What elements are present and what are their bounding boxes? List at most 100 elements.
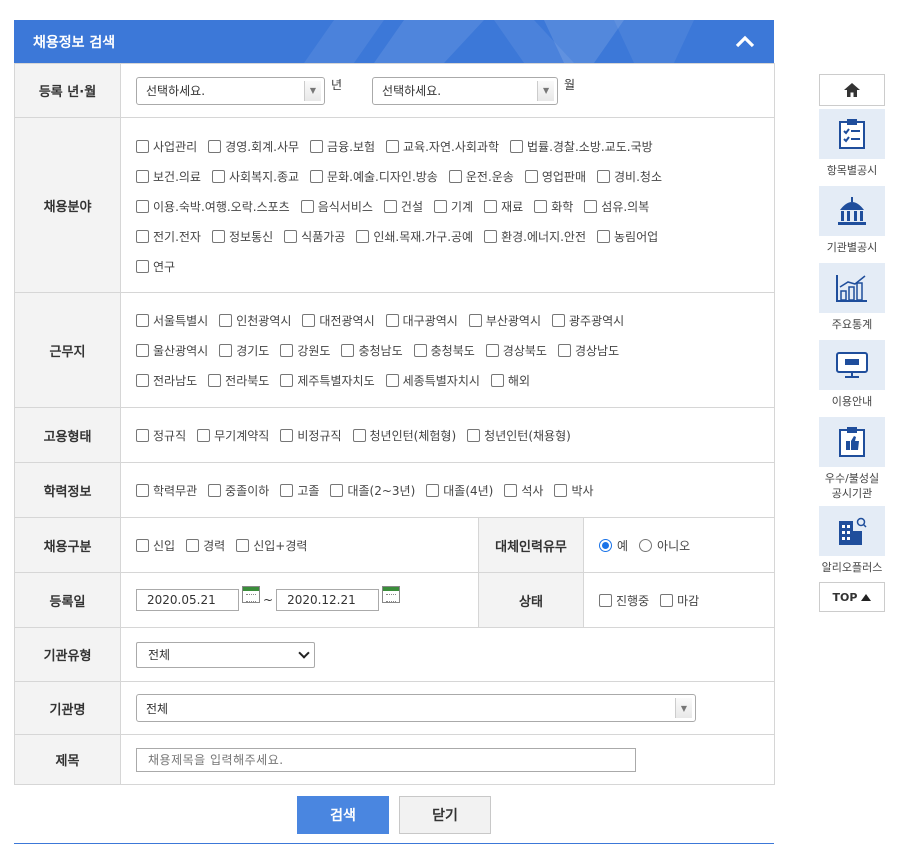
checkbox-row: 정규직 무기계약직 비정규직 청년인턴(체험형) 청년인턴(채용형) xyxy=(136,420,774,450)
checkbox-option[interactable]: 해외 xyxy=(490,372,530,389)
month-select[interactable]: 선택하세요. ▼ xyxy=(372,76,559,105)
checkbox-option[interactable]: 대구광역시 xyxy=(385,312,458,329)
checkbox-option[interactable]: 정규직 xyxy=(136,427,186,444)
calendar-to-icon[interactable] xyxy=(382,585,401,603)
top-button[interactable]: TOP xyxy=(819,582,885,612)
checkbox-icon xyxy=(386,139,400,153)
checkbox-option[interactable]: 충청북도 xyxy=(413,342,475,359)
checkbox-icon xyxy=(467,428,481,442)
checkbox-option[interactable]: 청년인턴(체험형) xyxy=(352,427,456,444)
checkbox-option[interactable]: 교육.자연.사회과학 xyxy=(386,138,499,155)
checkbox-option[interactable]: 경상남도 xyxy=(557,342,619,359)
checkbox-option[interactable]: 충청남도 xyxy=(341,342,403,359)
checkbox-icon xyxy=(468,313,482,327)
checkbox-option[interactable]: 경비.청소 xyxy=(597,168,662,185)
checkbox-option[interactable]: 부산광역시 xyxy=(468,312,541,329)
checkbox-option[interactable]: 신입+경력 xyxy=(236,537,307,554)
checkbox-option[interactable]: 석사 xyxy=(504,482,543,499)
replacement-yes-radio[interactable]: 예 xyxy=(599,537,628,554)
checkbox-icon xyxy=(484,199,498,213)
label-org-type: 기관유형 xyxy=(14,627,121,682)
checkbox-option[interactable]: 무기계약직 xyxy=(197,427,269,444)
checkbox-option[interactable]: 서울특별시 xyxy=(136,312,208,329)
checkbox-option[interactable]: 음식서비스 xyxy=(300,198,373,215)
org-name-dropdown-arrow-icon: ▼ xyxy=(675,698,692,718)
date-to-input[interactable]: 2020.12.21 xyxy=(276,589,380,611)
label-reg-date: 등록일 xyxy=(14,572,121,628)
checkbox-option[interactable]: 고졸 xyxy=(280,482,319,499)
title-input[interactable]: 채용제목을 입력해주세요. xyxy=(136,747,636,772)
replacement-no-radio[interactable]: 아니오 xyxy=(639,537,690,554)
quick-item-item-disclosure[interactable]: 항목별공시 xyxy=(819,109,885,183)
checkbox-option[interactable]: 보건.의료 xyxy=(136,168,201,185)
checkbox-option[interactable]: 전라북도 xyxy=(208,372,269,389)
checkbox-option[interactable]: 식품가공 xyxy=(284,228,345,245)
quick-item-alio-plus[interactable]: 알리오플러스 xyxy=(819,506,885,580)
checkbox-option[interactable]: 법률.경찰.소방.교도.국방 xyxy=(509,138,653,155)
checkbox-option[interactable]: 화학 xyxy=(534,198,573,215)
checkbox-option[interactable]: 대졸(4년) xyxy=(426,482,493,499)
checkbox-option[interactable]: 연구 xyxy=(136,258,175,275)
org-type-select[interactable]: 전체 xyxy=(136,641,315,668)
close-button[interactable]: 닫기 xyxy=(399,796,491,834)
checkbox-option[interactable]: 경상북도 xyxy=(485,342,547,359)
checkbox-option[interactable]: 운전.운송 xyxy=(448,168,514,185)
checkbox-option[interactable]: 금융.보험 xyxy=(310,138,375,155)
checkbox-option[interactable]: 세종특별자치시 xyxy=(385,372,480,389)
checkbox-option[interactable]: 인천광역시 xyxy=(219,312,291,329)
row-org-type: 기관유형 전체 xyxy=(14,627,776,682)
government-building-icon xyxy=(838,197,866,225)
checkbox-option[interactable]: 사회복지.종교 xyxy=(211,168,299,185)
checkbox-icon xyxy=(236,538,250,552)
checkbox-option[interactable]: 건설 xyxy=(383,198,423,215)
checkbox-option[interactable]: 인쇄.목재.가구.공예 xyxy=(356,228,473,245)
checkbox-option[interactable]: 경영.회계.사무 xyxy=(208,138,299,155)
checkbox-option[interactable]: 이용.숙박.여행.오락.스포츠 xyxy=(136,198,290,215)
search-button[interactable]: 검색 xyxy=(297,796,389,834)
checkbox-option[interactable]: 학력무관 xyxy=(136,482,197,499)
checkbox-option[interactable]: 환경.에너지.안전 xyxy=(484,228,586,245)
checkbox-option[interactable]: 기계 xyxy=(434,198,473,215)
checkbox-option[interactable]: 중졸이하 xyxy=(208,482,269,499)
quick-item-guide[interactable]: 이용안내 xyxy=(819,340,885,414)
checkbox-option[interactable]: 경기도 xyxy=(219,342,269,359)
date-from-input[interactable]: 2020.05.21 xyxy=(136,589,239,611)
checkbox-option[interactable]: 광주광역시 xyxy=(552,312,624,329)
quick-item-statistics[interactable]: 주요통계 xyxy=(819,263,885,337)
checkbox-option[interactable]: 농림어업 xyxy=(597,228,658,245)
checkbox-icon xyxy=(597,229,611,243)
org-name-select[interactable]: 전체 ▼ xyxy=(136,694,696,722)
checkbox-option[interactable]: 박사 xyxy=(554,482,594,499)
checkbox-option[interactable]: 문화.예술.디자인.방송 xyxy=(310,168,438,185)
checkbox-option[interactable]: 경력 xyxy=(186,537,225,554)
checkbox-option[interactable]: 섬유.의복 xyxy=(584,198,649,215)
label-status: 상태 xyxy=(478,572,584,628)
checkbox-option[interactable]: 대졸(2~3년) xyxy=(330,482,415,499)
checkbox-option[interactable]: 사업관리 xyxy=(136,138,197,155)
home-button[interactable] xyxy=(819,74,885,106)
checkbox-option[interactable]: 울산광역시 xyxy=(136,342,208,359)
checkbox-option[interactable]: 전기.전자 xyxy=(136,228,201,245)
checkbox-option[interactable]: 진행중 xyxy=(599,592,649,609)
checkbox-option[interactable]: 대전광역시 xyxy=(302,312,375,329)
checkbox-option[interactable]: 신입 xyxy=(136,537,175,554)
checkbox-icon xyxy=(280,428,294,442)
checkbox-option[interactable]: 재료 xyxy=(484,198,523,215)
quick-item-good-bad-orgs[interactable]: 우수/불성실 공시기관 xyxy=(819,417,885,503)
checkbox-option[interactable]: 마감 xyxy=(660,592,699,609)
checkbox-option[interactable]: 정보통신 xyxy=(211,228,273,245)
year-select[interactable]: 선택하세요. ▼ xyxy=(136,76,325,105)
radio-empty-icon xyxy=(639,538,653,552)
checkbox-option[interactable]: 비정규직 xyxy=(280,427,342,444)
checkbox-option[interactable]: 전라남도 xyxy=(136,372,197,389)
checkbox-row: 연구 xyxy=(136,251,774,281)
quick-item-org-disclosure[interactable]: 기관별공시 xyxy=(819,186,885,260)
checkbox-option[interactable]: 제주특별자치도 xyxy=(280,372,375,389)
checkbox-option[interactable]: 청년인턴(채용형) xyxy=(467,427,571,444)
checkbox-option[interactable]: 영업판매 xyxy=(524,168,586,185)
checkbox-row: 사업관리 경영.회계.사무 금융.보험 교육.자연.사회과학 법률.경찰.소방.교도.국… xyxy=(136,131,774,161)
checkbox-option[interactable]: 강원도 xyxy=(280,342,330,359)
calendar-from-icon[interactable] xyxy=(242,585,260,603)
collapse-chevron-up-icon[interactable] xyxy=(734,32,756,52)
checkbox-icon xyxy=(310,139,324,153)
